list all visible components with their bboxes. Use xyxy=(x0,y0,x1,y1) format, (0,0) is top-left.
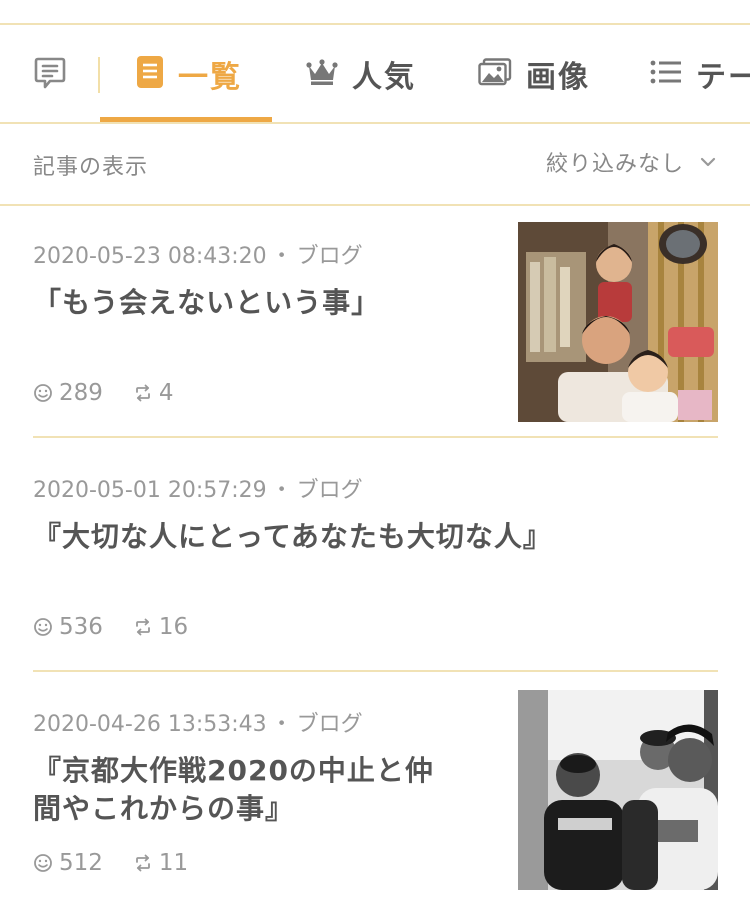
like-count: 512 xyxy=(59,850,103,876)
tab-bar: 一覧 人気 画像 テー xyxy=(0,25,750,123)
entry-stats: 536 16 xyxy=(33,614,218,640)
entry-category: ブログ xyxy=(296,478,363,503)
filter-select[interactable]: 絞り込みなし xyxy=(546,146,716,178)
like-count: 289 xyxy=(59,380,103,406)
entry-item[interactable]: 2020-04-26 13:53:43 ・ブログ 『京都大作戦2020の中止と仲 … xyxy=(33,688,718,900)
like-count: 536 xyxy=(59,614,103,640)
entry-category: ブログ xyxy=(296,712,363,737)
filter-select-value: 絞り込みなし xyxy=(545,152,684,177)
reblog-count: 16 xyxy=(158,614,189,640)
entry-title-line: 『京都大作戦2020の中止と仲 xyxy=(33,754,434,787)
reblog-stat: 11 xyxy=(133,850,188,876)
entry-divider xyxy=(33,670,718,672)
reblog-icon xyxy=(136,618,150,636)
filter-label: 記事の表示 xyxy=(33,155,149,180)
like-stat: 512 xyxy=(33,850,103,876)
filter-row: 記事の表示 絞り込みなし xyxy=(0,124,750,204)
tab-images[interactable]: 画像 xyxy=(478,25,590,123)
smile-icon xyxy=(34,854,52,872)
entry-datetime: 2020-05-01 20:57:29 xyxy=(33,478,267,503)
entry-stats: 512 11 xyxy=(33,850,218,876)
reblog-icon xyxy=(136,854,150,872)
tab-popular[interactable]: 人気 xyxy=(306,25,416,123)
entry-title-line: 間やこれからの事』 xyxy=(33,792,295,825)
entry-divider xyxy=(33,436,718,438)
image-icon xyxy=(478,58,512,90)
tab-list-label: 一覧 xyxy=(178,60,242,95)
tab-list[interactable]: 一覧 xyxy=(136,25,242,123)
reblog-count: 4 xyxy=(158,380,174,406)
entry-meta: 2020-05-23 08:43:20 ・ブログ xyxy=(33,244,363,269)
reblog-icon xyxy=(136,384,150,402)
tab-themes-label: テー xyxy=(696,60,750,95)
entry-stats: 289 4 xyxy=(33,380,204,406)
tab-divider xyxy=(98,57,100,93)
menu-lines-icon xyxy=(650,60,682,88)
entry-item[interactable]: 2020-05-01 20:57:29 ・ブログ 『大切な人にとってあなたも大切な… xyxy=(33,454,718,672)
entry-title[interactable]: 『京都大作戦2020の中止と仲 間やこれからの事』 xyxy=(33,752,434,828)
entry-datetime: 2020-04-26 13:53:43 xyxy=(33,712,267,737)
smile-icon xyxy=(34,384,52,402)
tab-images-label: 画像 xyxy=(526,60,590,95)
entry-meta: 2020-05-01 20:57:29 ・ブログ xyxy=(33,478,363,503)
list-doc-icon xyxy=(136,55,164,93)
comment-icon[interactable] xyxy=(33,56,67,90)
entry-thumbnail-group-photo[interactable] xyxy=(518,690,718,890)
tab-themes[interactable]: テー xyxy=(650,25,750,123)
entry-item[interactable]: 2020-05-23 08:43:20 ・ブログ 「もう会えないという事」 289… xyxy=(33,220,718,438)
smile-icon xyxy=(34,618,52,636)
like-stat: 536 xyxy=(33,614,103,640)
crown-icon xyxy=(306,58,338,90)
entry-meta: 2020-04-26 13:53:43 ・ブログ xyxy=(33,712,363,737)
reblog-stat: 4 xyxy=(133,380,174,406)
entry-title[interactable]: 『大切な人にとってあなたも大切な人』 xyxy=(33,518,552,556)
like-stat: 289 xyxy=(33,380,103,406)
entry-datetime: 2020-05-23 08:43:20 xyxy=(33,244,267,269)
entry-category: ブログ xyxy=(296,244,363,269)
reblog-count: 11 xyxy=(158,850,189,876)
reblog-stat: 16 xyxy=(133,614,188,640)
chevron-down-icon xyxy=(700,153,716,172)
entry-thumbnail-family-photo[interactable] xyxy=(518,222,718,422)
tab-popular-label: 人気 xyxy=(352,60,416,95)
filter-divider xyxy=(0,204,750,206)
entry-title[interactable]: 「もう会えないという事」 xyxy=(33,284,380,322)
